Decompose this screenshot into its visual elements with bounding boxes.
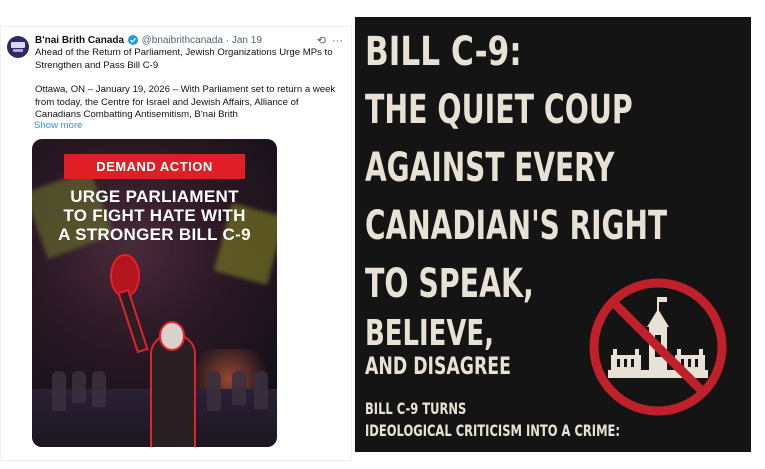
no-parliament-sign-icon	[589, 278, 727, 416]
tweet-text-body: Ottawa, ON – January 19, 2026 – With Par…	[35, 84, 336, 120]
poster-line-5: TO SPEAK,	[365, 261, 534, 307]
poster-line-3: AGAINST EVERY	[365, 145, 615, 191]
tweet-date[interactable]: Jan 19	[232, 35, 262, 46]
more-icon[interactable]: ···	[332, 35, 343, 47]
tweet-header-actions: ⟲ ···	[311, 34, 343, 47]
bill-c9-poster: BILL C-9: THE QUIET COUP AGAINST EVERY C…	[355, 17, 751, 452]
demand-action-banner: DEMAND ACTION	[64, 154, 245, 179]
poster-line-1: BILL C-9:	[365, 29, 522, 75]
verified-badge-icon	[127, 35, 138, 45]
media-headline-line-3: A STRONGER BILL C-9	[58, 225, 251, 244]
author-handle[interactable]: @bnaibrithcanada	[142, 35, 223, 46]
poster-line-2: THE QUIET COUP	[365, 87, 633, 133]
tweet-text-title: Ahead of the Return of Parliament, Jewis…	[35, 47, 333, 71]
tweet-media-image[interactable]: DEMAND ACTION URGE PARLIAMENT TO FIGHT H…	[32, 139, 277, 447]
poster-line-4: CANADIAN'S RIGHT	[365, 203, 668, 249]
poster-line-6: BELIEVE,	[365, 313, 494, 354]
media-headline-line-2: TO FIGHT HATE WITH	[63, 206, 246, 225]
media-headline-line-1: URGE PARLIAMENT	[70, 187, 239, 206]
separator-dot: ·	[225, 35, 230, 46]
author-name[interactable]: B'nai Brith Canada	[35, 35, 124, 46]
show-more-link[interactable]: Show more	[34, 120, 83, 131]
media-headline: URGE PARLIAMENT TO FIGHT HATE WITH A STR…	[32, 187, 277, 244]
grok-icon[interactable]: ⟲	[317, 35, 326, 47]
poster-line-9: IDEOLOGICAL CRITICISM INTO A CRIME:	[365, 421, 621, 440]
poster-line-8: BILL C-9 TURNS	[365, 399, 467, 418]
avatar[interactable]	[7, 36, 29, 58]
protester-head	[159, 321, 185, 351]
arm-graphic	[117, 288, 149, 354]
poster-line-7: AND DISAGREE	[365, 352, 511, 380]
